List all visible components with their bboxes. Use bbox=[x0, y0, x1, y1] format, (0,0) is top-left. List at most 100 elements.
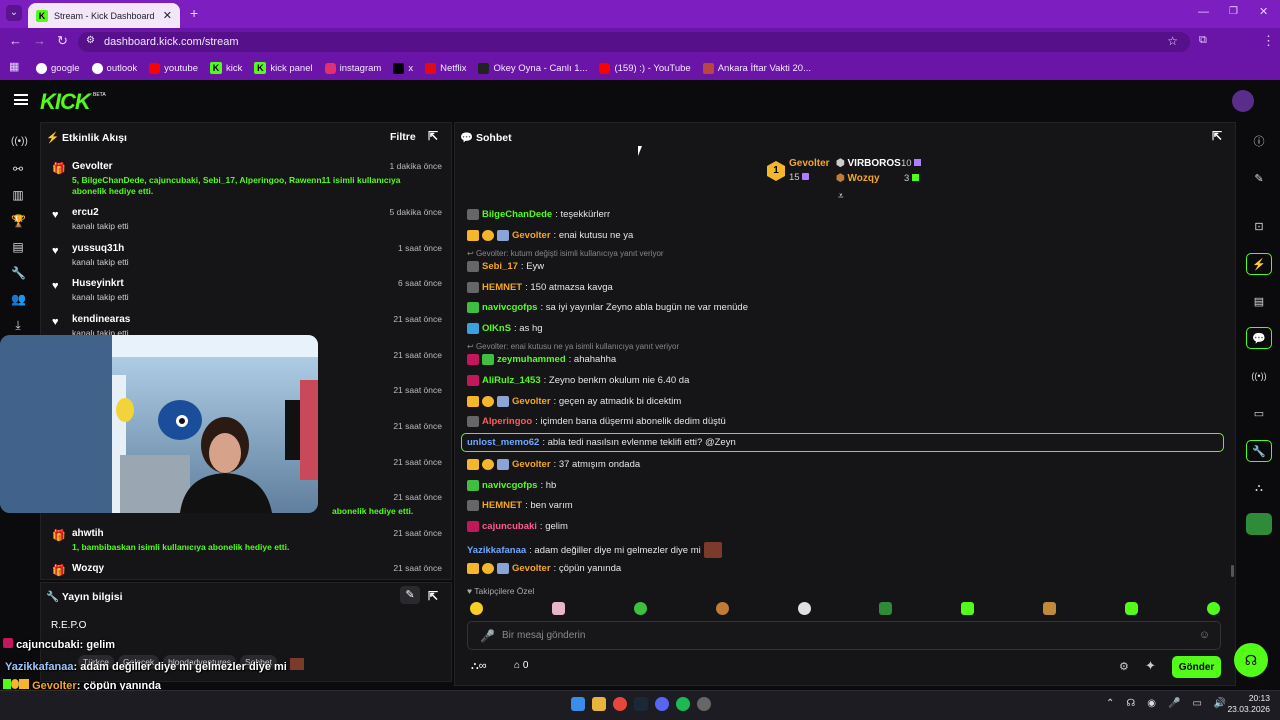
site-info-icon[interactable]: ⚙ bbox=[86, 35, 95, 46]
bookmark-netflix[interactable]: Netflix bbox=[425, 62, 466, 74]
minimize-icon[interactable]: — bbox=[1198, 6, 1209, 18]
emote-icon[interactable] bbox=[1043, 602, 1057, 615]
users-tool-icon[interactable]: ⛬ bbox=[1246, 477, 1272, 499]
chat-message[interactable]: Gevolter: çöpün yanında bbox=[467, 563, 621, 574]
mic-icon[interactable]: 🎤 bbox=[1168, 698, 1180, 709]
clock[interactable]: 20:13 23.03.2026 bbox=[1226, 693, 1270, 715]
chat-message[interactable]: AliRulz_1453: Zeyno benkm okulum nie 6.4… bbox=[467, 375, 689, 386]
extensions-icon[interactable]: ⧉ bbox=[1199, 34, 1207, 47]
settings-app-icon[interactable] bbox=[697, 697, 711, 711]
bookmark-kick[interactable]: Kkick bbox=[209, 62, 242, 74]
emote-icon[interactable] bbox=[961, 602, 975, 615]
microphone-icon[interactable]: 🎤 bbox=[480, 629, 495, 643]
event-item[interactable]: ♥ Huseyinkrt kanalı takip etti 6 saat ön… bbox=[52, 278, 442, 304]
popout-icon[interactable]: ⇱ bbox=[428, 129, 438, 143]
infinity-users-icon[interactable]: ⛬∞ bbox=[471, 660, 487, 673]
game-icon[interactable] bbox=[1246, 513, 1272, 535]
emote-icon[interactable] bbox=[1125, 602, 1138, 615]
user-avatar[interactable] bbox=[1232, 90, 1254, 112]
wrench-icon[interactable]: 🔧 bbox=[11, 266, 26, 280]
monitor-icon[interactable]: ▭ bbox=[1246, 402, 1272, 424]
close-window-icon[interactable]: ✕ bbox=[1259, 5, 1268, 18]
bookmark-instagram[interactable]: instagram bbox=[324, 62, 381, 74]
steam-icon[interactable] bbox=[634, 697, 648, 711]
media-icon[interactable]: ▤ bbox=[11, 240, 25, 254]
popout-icon[interactable]: ⇱ bbox=[1212, 129, 1222, 143]
bookmark-google[interactable]: google bbox=[36, 62, 80, 74]
chat-tool-icon[interactable]: 💬 bbox=[1246, 327, 1272, 349]
apps-grid-icon[interactable]: ▦ bbox=[9, 60, 19, 73]
steam-tray-icon[interactable]: ◉ bbox=[1147, 698, 1156, 709]
event-item[interactable]: ♥ yussuq31h kanalı takip etti 1 saat önc… bbox=[52, 243, 442, 269]
bookmark-ankara[interactable]: Ankara İftar Vakti 20... bbox=[702, 62, 811, 74]
headset-icon[interactable]: ☊ bbox=[1126, 698, 1135, 709]
bookmark-star-icon[interactable]: ☆ bbox=[1167, 34, 1178, 48]
send-button[interactable]: Gönder bbox=[1172, 656, 1221, 678]
emote-icon[interactable] bbox=[879, 602, 893, 615]
spotify-icon[interactable] bbox=[676, 697, 690, 711]
event-item[interactable]: ♥ ercu2 kanalı takip etti 5 dakika önce bbox=[52, 207, 442, 233]
emote-icon[interactable] bbox=[1206, 602, 1220, 615]
link-icon[interactable]: ⚯ bbox=[11, 162, 25, 176]
filter-button[interactable]: Filtre bbox=[390, 131, 416, 143]
forward-icon[interactable]: → bbox=[33, 33, 46, 48]
tab-search-icon[interactable]: ⌄ bbox=[6, 5, 22, 21]
emoji-icon[interactable]: ☺ bbox=[1199, 629, 1210, 641]
chat-message-highlighted[interactable]: unlost_memo62: abla tedi nasılsın evlenm… bbox=[467, 437, 736, 448]
chat-message[interactable]: Sebi_17: Eyw bbox=[467, 261, 544, 272]
bookmark-kick-panel[interactable]: Kkick panel bbox=[254, 62, 313, 74]
expand-chevron-icon[interactable]: ⩡ bbox=[838, 191, 844, 202]
chat-tools-icon[interactable]: ✦ bbox=[1145, 658, 1156, 674]
url-field[interactable]: ⚙ dashboard.kick.com/stream ☆ bbox=[78, 32, 1190, 52]
discord-icon[interactable] bbox=[655, 697, 669, 711]
wrench-tool-icon[interactable]: 🔧 bbox=[1246, 440, 1272, 462]
hamburger-menu-icon[interactable] bbox=[14, 94, 28, 105]
chat-message[interactable]: navivcgofps: hb bbox=[467, 480, 556, 491]
close-tab-icon[interactable]: ✕ bbox=[163, 9, 172, 22]
kick-logo[interactable]: KICK bbox=[40, 89, 91, 115]
restore-icon[interactable]: ❐ bbox=[1229, 6, 1238, 17]
analytics-icon[interactable]: ▥ bbox=[11, 188, 25, 202]
chat-scrollbar[interactable] bbox=[1231, 565, 1234, 577]
pencil-icon[interactable]: ✎ bbox=[1246, 167, 1272, 189]
bookmark-x[interactable]: x bbox=[393, 62, 413, 74]
download-icon[interactable]: ⤓ bbox=[11, 318, 25, 332]
bookmark-okey[interactable]: Okey Oyna - Canlı 1... bbox=[478, 62, 587, 74]
emote-icon[interactable] bbox=[633, 602, 647, 615]
emote-icon[interactable] bbox=[470, 602, 483, 615]
volume-icon[interactable]: 🔊 bbox=[1214, 698, 1226, 709]
bolt-tool-icon[interactable]: ⚡ bbox=[1246, 253, 1272, 275]
bookmark-outlook[interactable]: outlook bbox=[91, 62, 137, 74]
chat-message[interactable]: Gevolter: enai kutusu ne ya bbox=[467, 230, 633, 241]
chevron-up-icon[interactable]: ⌃ bbox=[1106, 698, 1114, 709]
screenshot-icon[interactable]: ⊡ bbox=[1246, 215, 1272, 237]
reload-icon[interactable]: ↻ bbox=[57, 33, 68, 49]
users-icon[interactable]: 👥 bbox=[11, 292, 26, 306]
chat-message[interactable]: Gevolter: 37 atmışım ondada bbox=[467, 459, 640, 470]
chat-message[interactable]: OIKnS: as hg bbox=[467, 323, 543, 334]
trophy-icon[interactable]: 🏆 bbox=[11, 214, 26, 228]
leader-third[interactable]: ⬢ Wozqy bbox=[836, 173, 880, 184]
chat-message[interactable]: Yazikkafanaa: adam değiller diye mi gelm… bbox=[467, 542, 722, 558]
chat-message[interactable]: HEMNET: ben varım bbox=[467, 500, 573, 511]
leader-first-name[interactable]: Gevolter bbox=[789, 158, 830, 169]
chat-message[interactable]: Alperingoo: içimden bana düşermi aboneli… bbox=[467, 416, 726, 427]
chat-message[interactable]: cajuncubaki: gelim bbox=[467, 521, 568, 532]
popout-icon[interactable]: ⇱ bbox=[428, 589, 438, 603]
live-icon[interactable]: ((•)) bbox=[11, 136, 28, 150]
info-icon[interactable]: ⓘ bbox=[1246, 130, 1272, 152]
menu-dots-icon[interactable]: ⋮ bbox=[1262, 33, 1275, 49]
chat-message[interactable]: navivcgofps: sa iyi yayınlar Zeyno abla … bbox=[467, 302, 748, 313]
file-explorer-icon[interactable] bbox=[592, 697, 606, 711]
chat-message[interactable]: zeymuhammed: ahahahha bbox=[467, 354, 616, 365]
chat-message[interactable]: BilgeChanDede: teşekkürlerr bbox=[467, 209, 610, 220]
chat-message[interactable]: Gevolter: geçen ay atmadık bi dicektim bbox=[467, 396, 681, 407]
chat-message[interactable]: HEMNET: 150 atmazsa kavga bbox=[467, 282, 613, 293]
event-item[interactable]: 🎁 ahwtih 1, bambibaskan isimli kullanıcı… bbox=[52, 528, 442, 554]
broadcast-icon[interactable]: ((•)) bbox=[1246, 365, 1272, 387]
event-item[interactable]: 🎁 Gevolter 5, BilgeChanDede, cajuncubaki… bbox=[52, 161, 442, 197]
leader-second[interactable]: ⬢ VIRBOROS bbox=[836, 158, 901, 169]
document-icon[interactable]: ▤ bbox=[1246, 290, 1272, 312]
support-headset-icon[interactable]: ☊ bbox=[1234, 643, 1268, 677]
bookmark-youtube[interactable]: youtube bbox=[149, 62, 198, 74]
